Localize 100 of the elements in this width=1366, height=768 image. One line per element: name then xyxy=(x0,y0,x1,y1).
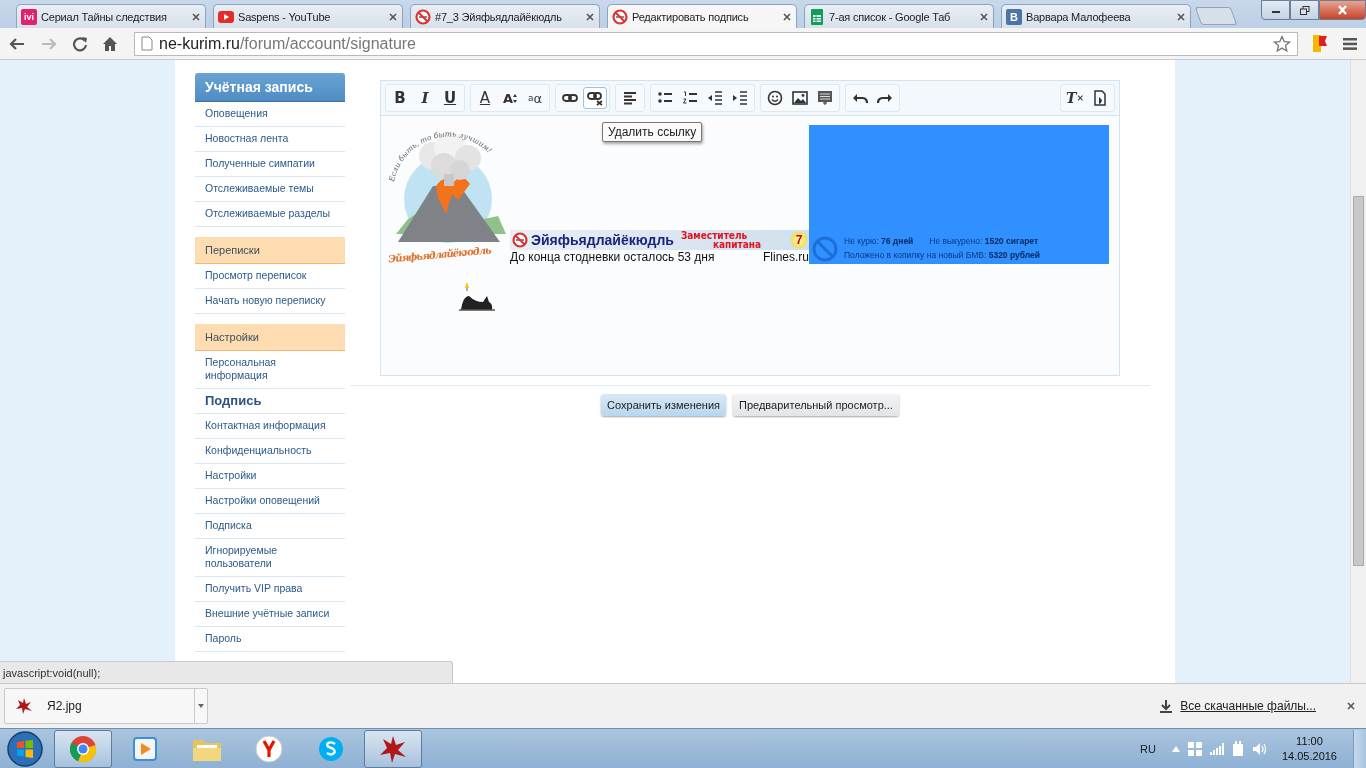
sidebar-section-header: Переписки xyxy=(195,237,345,264)
clock-time: 11:00 xyxy=(1296,733,1323,749)
sidebar-item[interactable]: Полученные симпатии xyxy=(195,152,345,177)
bold-button[interactable]: B xyxy=(388,87,412,109)
close-icon[interactable] xyxy=(979,11,989,22)
start-orb-icon[interactable] xyxy=(4,729,46,768)
close-icon[interactable] xyxy=(191,11,201,22)
preview-button[interactable]: Предварительный просмотр... xyxy=(733,394,899,416)
sidebar-section-header: Настройки xyxy=(195,324,345,351)
reload-icon[interactable] xyxy=(72,35,88,52)
sidebar-item[interactable]: Отслеживаемые разделы xyxy=(195,202,345,227)
level-badge: 7 xyxy=(791,232,807,248)
address-field[interactable]: ne-kurim.ru/forum/account/signature xyxy=(134,31,1298,56)
font-family-button[interactable]: $^{a}$α xyxy=(523,87,547,109)
sidebar-item[interactable]: Подпись xyxy=(195,389,345,414)
sidebar-item[interactable]: Подписка xyxy=(195,514,345,539)
rank-text: капитана xyxy=(712,240,762,249)
status-bubble: javascript:void(null); xyxy=(0,661,453,683)
ivi-icon: ivi xyxy=(21,8,37,25)
taskbar-app[interactable] xyxy=(364,729,422,768)
bullet-list-icon xyxy=(657,90,673,106)
sidebar-item[interactable]: Персональная информация xyxy=(195,351,345,389)
browser-tab[interactable]: 7-ая список - Google Таб xyxy=(804,4,994,28)
play-icon xyxy=(218,8,234,25)
banner-username: Эйяфьядлайёкюдль xyxy=(531,232,674,248)
download-filename: Я2.jpg xyxy=(47,699,82,713)
browser-tab[interactable]: ivi Сериал Тайны следствия xyxy=(16,4,206,28)
sidebar-item[interactable]: Пароль xyxy=(195,627,345,652)
sidebar-item[interactable]: Контактная информация xyxy=(195,414,345,439)
document-wrench-icon xyxy=(1092,90,1108,106)
close-icon[interactable] xyxy=(782,11,792,22)
stat-text: Не курю: 76 дней xyxy=(844,235,915,248)
spreadsheet-icon xyxy=(809,8,825,25)
stat-text: Не выкурено: 1520 сигарет xyxy=(929,235,1040,248)
no-smoking-icon xyxy=(512,232,528,248)
media-icon xyxy=(817,90,833,106)
sidebar-title: Учётная запись xyxy=(195,73,345,102)
close-icon[interactable] xyxy=(585,11,595,22)
language-indicator[interactable]: RU xyxy=(1140,742,1156,755)
browser-tab[interactable]: B Варвара Малофеева xyxy=(1001,4,1191,28)
scrollbar[interactable] xyxy=(1350,60,1366,683)
sidebar-item[interactable]: Настройки xyxy=(195,464,345,489)
show-all-downloads-link[interactable]: Все скачанные файлы... xyxy=(1180,699,1316,713)
sidebar-item[interactable]: Новостная лента xyxy=(195,127,345,152)
sidebar-item[interactable]: Начать новую переписку xyxy=(195,289,345,314)
download-item[interactable]: Я2.jpg xyxy=(4,688,208,724)
font-size-button[interactable]: A xyxy=(498,87,522,109)
close-icon[interactable] xyxy=(388,11,398,22)
bookmark-flag-icon[interactable] xyxy=(1312,33,1328,54)
no-smoking-icon xyxy=(612,8,628,25)
tab-title: Варвара Малофеева xyxy=(1026,10,1132,23)
caret-icon xyxy=(198,704,204,708)
sidebar-item[interactable]: Просмотр переписок xyxy=(195,264,345,289)
back-icon[interactable] xyxy=(8,35,26,52)
browser-tab[interactable]: Saspens - YouTube xyxy=(213,4,403,28)
text-color-button[interactable]: A xyxy=(473,87,497,109)
sidebar-item[interactable]: Конфиденциальность xyxy=(195,439,345,464)
tab-title: Saspens - YouTube xyxy=(238,10,332,23)
url-host: ne-kurim.ru xyxy=(159,34,240,53)
media-player-icon xyxy=(132,734,158,763)
skype-icon xyxy=(317,734,345,763)
close-icon[interactable] xyxy=(1176,11,1186,22)
download-menu-button[interactable] xyxy=(194,689,207,723)
unlink-button[interactable] xyxy=(583,87,607,109)
splat-icon xyxy=(15,697,33,715)
unlink-icon xyxy=(587,90,603,106)
size-arrows-icon xyxy=(513,93,518,103)
sidebar-item[interactable]: Игнорируемые пользователи xyxy=(195,539,345,577)
taskbar-app[interactable] xyxy=(54,729,112,768)
clock-date: 14.05.2016 xyxy=(1281,748,1337,764)
menu-icon[interactable] xyxy=(1342,36,1358,51)
close-button[interactable] xyxy=(1319,0,1366,20)
sidebar-item[interactable]: Оповещения xyxy=(195,102,345,127)
align-left-icon xyxy=(622,90,638,106)
indent-icon xyxy=(732,90,748,106)
underline-button[interactable]: U xyxy=(438,87,462,109)
tooltip: Удалить ссылку xyxy=(602,122,703,142)
browser-tab[interactable]: Редактировать подпись xyxy=(607,4,797,28)
italic-button[interactable]: I xyxy=(413,87,437,109)
logo-name: Эйяфьядлайёкюдль xyxy=(387,244,492,265)
clock[interactable]: 11:00 14.05.2016 xyxy=(1281,733,1337,764)
scrollbar-thumb[interactable] xyxy=(1353,196,1364,566)
numbered-list-icon xyxy=(682,90,698,106)
yandex-icon xyxy=(255,734,283,763)
close-icon[interactable] xyxy=(1346,701,1356,711)
sidebar-item[interactable]: Отслеживаемые темы xyxy=(195,177,345,202)
home-icon[interactable] xyxy=(102,35,118,52)
save-button[interactable]: Сохранить изменения xyxy=(601,394,727,416)
browser-tab[interactable]: #7_3 Эйяфьядлайёкюдль xyxy=(410,4,600,28)
minimize-button[interactable] xyxy=(1261,0,1290,20)
sidebar-item[interactable]: Получить VIP права xyxy=(195,577,345,602)
chrome-icon xyxy=(69,734,97,763)
sidebar-item[interactable]: Настройки оповещений xyxy=(195,489,345,514)
no-smoking-icon xyxy=(812,236,838,262)
image-icon xyxy=(792,90,808,106)
sidebar-item[interactable]: Внешние учётные записи xyxy=(195,602,345,627)
close-icon xyxy=(1337,5,1348,15)
source-text: Flines.ru xyxy=(763,250,809,264)
star-icon[interactable] xyxy=(1273,34,1291,53)
restore-button[interactable] xyxy=(1290,0,1319,20)
